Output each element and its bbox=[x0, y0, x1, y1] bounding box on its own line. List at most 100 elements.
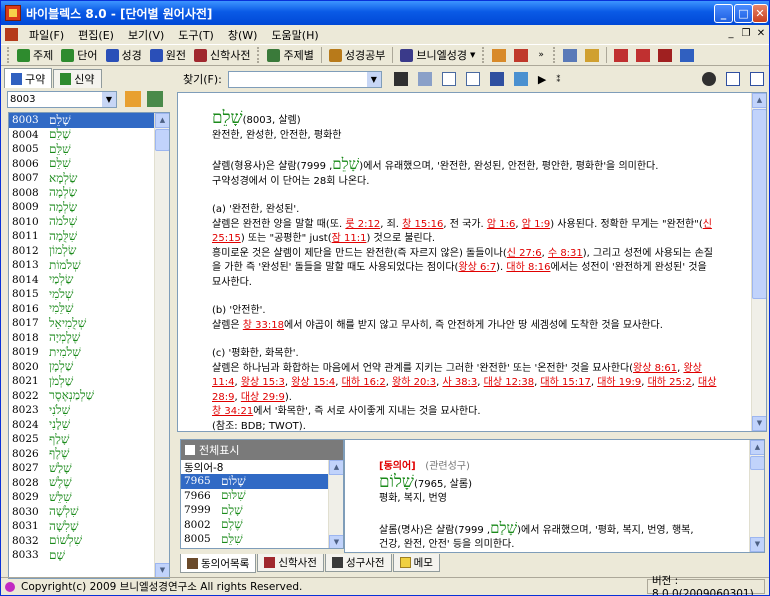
verse-ref[interactable]: 암 1:9 bbox=[522, 219, 550, 230]
toolbar-theology-button[interactable]: 신학사전 bbox=[190, 45, 254, 65]
scroll-thumb[interactable] bbox=[750, 456, 764, 470]
play-icon[interactable]: ▶ bbox=[538, 73, 546, 86]
bookmark-icon[interactable] bbox=[489, 72, 504, 86]
verse-ref[interactable]: 창 34:21 bbox=[212, 406, 253, 417]
save-icon[interactable] bbox=[635, 48, 650, 62]
show-all-checkbox[interactable] bbox=[185, 445, 195, 455]
chevron-down-icon[interactable]: ▼ bbox=[102, 91, 116, 107]
toolbar-topic-button[interactable]: 주제 bbox=[13, 45, 57, 65]
list-item[interactable]: 8017 שְׁלֻמִיאֵל bbox=[9, 316, 169, 331]
verse-ref[interactable]: 대하 8:16 bbox=[506, 262, 550, 273]
scroll-thumb[interactable] bbox=[752, 109, 766, 299]
export-icon[interactable] bbox=[657, 48, 672, 62]
list-item[interactable]: 8024 שֵׁלָנִי bbox=[9, 417, 169, 433]
verse-ref[interactable]: 왕상 6:7 bbox=[458, 262, 496, 273]
scroll-down-arrow[interactable]: ▼ bbox=[750, 537, 764, 552]
menu-file[interactable]: 파일(F) bbox=[22, 27, 71, 43]
verse-ref[interactable]: 암 1:6 bbox=[487, 219, 515, 230]
list-item[interactable]: 8003 שָׁלֵם bbox=[9, 113, 169, 128]
settings-icon[interactable] bbox=[702, 72, 716, 86]
verse-ref[interactable]: 창 15:16 bbox=[402, 219, 443, 230]
list-item[interactable]: 8029 שִׁלֵּשׁ bbox=[9, 490, 169, 505]
scroll-down-arrow[interactable]: ▼ bbox=[155, 563, 169, 578]
mdi-restore-button[interactable]: ❐ bbox=[739, 28, 753, 41]
toolbar-grip[interactable] bbox=[552, 47, 556, 63]
page-copy-icon[interactable] bbox=[465, 72, 480, 86]
search-icon[interactable] bbox=[125, 91, 141, 107]
list-item[interactable]: 8031 שָׁלִשָׁה bbox=[9, 519, 169, 534]
list-item[interactable]: 8005 שִׁלֵּם bbox=[181, 532, 329, 547]
bookmark-icon[interactable] bbox=[514, 48, 529, 62]
menu-view[interactable]: 보기(V) bbox=[121, 27, 171, 43]
word-list-scrollbar[interactable]: ▲ ▼ bbox=[154, 113, 169, 578]
zoom-icon[interactable] bbox=[513, 72, 528, 86]
toolbar-bytopic-button[interactable]: 주제별 bbox=[263, 45, 317, 65]
word-export-icon[interactable] bbox=[679, 48, 694, 62]
edit-icon[interactable] bbox=[584, 48, 599, 62]
layout-split-icon[interactable] bbox=[750, 72, 764, 86]
menu-window[interactable]: 창(W) bbox=[221, 27, 265, 43]
list-item[interactable]: 8030 שִׁלְשָׁה bbox=[9, 504, 169, 520]
article-scrollbar[interactable]: ▲ ▼ bbox=[751, 93, 766, 431]
verse-ref[interactable]: 신 27:6 bbox=[507, 248, 542, 259]
list-item[interactable]: 8019 שְׁלֹמִית bbox=[9, 345, 169, 360]
verse-ref[interactable]: 대상 12:38 bbox=[484, 377, 534, 388]
menu-edit[interactable]: 편집(E) bbox=[71, 27, 121, 43]
list-item[interactable]: 8033 שָׁם bbox=[9, 548, 169, 563]
filter-icon[interactable] bbox=[147, 91, 163, 107]
verse-ref[interactable]: 대하 19:9 bbox=[597, 377, 641, 388]
print-icon[interactable] bbox=[613, 48, 628, 62]
document-icon[interactable] bbox=[5, 28, 18, 41]
title-bar[interactable]: 바이블렉스 8.0 - [단어별 원어사전] _ □ ✕ bbox=[1, 1, 769, 25]
list-item[interactable]: 8032 שִׁלְשׁוֹם bbox=[9, 533, 169, 549]
verse-ref[interactable]: 룻 2:12 bbox=[345, 219, 380, 230]
toolbar-study-button[interactable]: 성경공부 bbox=[325, 45, 389, 65]
list-item[interactable]: 7999 שָׁלַם bbox=[181, 503, 329, 518]
tab-theology[interactable]: 신학사전 bbox=[257, 554, 324, 572]
list-item[interactable]: 8006 שִׁלֵּם bbox=[9, 156, 169, 172]
verse-ref[interactable]: 창 33:18 bbox=[243, 320, 284, 331]
list-item[interactable]: 8004 שָׁלֵם bbox=[9, 127, 169, 143]
toolbar-original-button[interactable]: 원전 bbox=[146, 45, 190, 65]
maximize-button[interactable]: □ bbox=[734, 4, 753, 23]
list-item[interactable]: 8002 שֶׁלֶם bbox=[181, 517, 329, 533]
related-article-scrollbar[interactable]: ▲ ▼ bbox=[749, 440, 764, 552]
more-icon[interactable]: » bbox=[538, 50, 544, 60]
list-item[interactable]: 8013 שְׁלֹמוֹת bbox=[9, 258, 169, 273]
verse-ref[interactable]: 수 8:31 bbox=[548, 248, 583, 259]
related-verses-link[interactable]: (관련성구) bbox=[425, 461, 470, 472]
verse-ref[interactable]: 사 38:3 bbox=[442, 377, 477, 388]
minimize-button[interactable]: _ bbox=[714, 4, 733, 23]
verse-ref[interactable]: 왕하 20:3 bbox=[392, 377, 436, 388]
layout-single-icon[interactable] bbox=[726, 72, 740, 86]
copy-icon[interactable] bbox=[562, 48, 577, 62]
mdi-close-button[interactable]: ✕ bbox=[754, 28, 768, 41]
binoculars-icon[interactable] bbox=[393, 72, 408, 86]
list-item[interactable]: 8026 שֶׁלֶף bbox=[9, 446, 169, 462]
list-item[interactable]: 7966 שִׁלּוּם bbox=[181, 488, 329, 504]
verse-ref[interactable]: 잠 11:1 bbox=[332, 233, 367, 244]
verse-ref[interactable]: 대상 29:9 bbox=[241, 392, 285, 403]
tab-memo[interactable]: 메모 bbox=[392, 554, 440, 572]
list-item[interactable]: 8010 שְׁלֹמֹה bbox=[9, 214, 169, 230]
list-item[interactable]: 8021 שַׁלְמֹן bbox=[9, 374, 169, 389]
close-button[interactable]: ✕ bbox=[752, 4, 768, 23]
tab-old-testament[interactable]: 구약 bbox=[4, 68, 53, 88]
list-item[interactable]: 8014 שַׂלְמַי bbox=[9, 272, 169, 288]
list-item[interactable]: 8008 שַׂלְמָה bbox=[9, 185, 169, 201]
toolbar-grip[interactable] bbox=[7, 47, 10, 63]
toolbar-grip[interactable] bbox=[257, 47, 260, 63]
scroll-up-arrow[interactable]: ▲ bbox=[752, 93, 766, 108]
mdi-minimize-button[interactable]: _ bbox=[724, 28, 738, 41]
list-item[interactable]: 8025 שָׁלַף bbox=[9, 432, 169, 447]
list-item[interactable]: 8007 שַׂלְמָא bbox=[9, 171, 169, 186]
list-item[interactable]: 8027 שָׁלַשׁ bbox=[9, 461, 169, 476]
verse-ref[interactable]: 대하 16:2 bbox=[342, 377, 386, 388]
list-item[interactable]: 8020 שַׁלְמָן bbox=[9, 359, 169, 375]
list-item[interactable]: 7965 שָׁלוֹם bbox=[181, 474, 329, 489]
find-next-icon[interactable] bbox=[417, 72, 432, 86]
list-item[interactable]: 8028 שֶׁלֶשׁ bbox=[9, 475, 169, 491]
list-item[interactable]: 8023 שִׁלֹנִי bbox=[9, 403, 169, 418]
scroll-thumb[interactable] bbox=[155, 129, 169, 151]
more-icon[interactable]: ⁑ bbox=[556, 75, 560, 84]
